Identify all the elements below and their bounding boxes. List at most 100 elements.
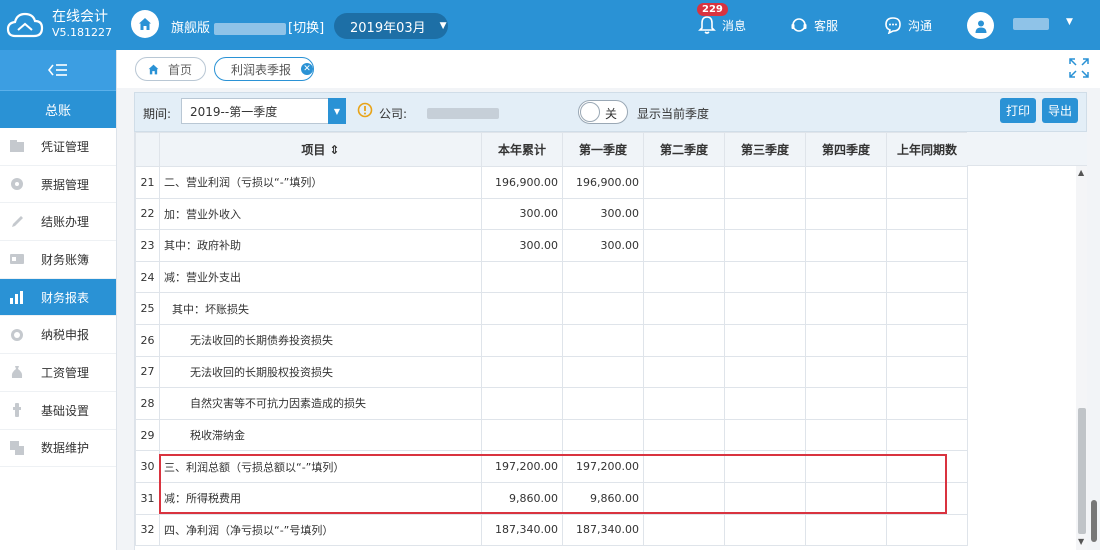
table-row[interactable]: 27 无法收回的长期股权投资损失 [135,355,968,389]
scrollbar-thumb[interactable] [1078,408,1086,534]
chat-button[interactable]: 沟通 [884,0,932,50]
table-row[interactable]: 21 二、营业利润（亏损以“-”填列） 196,900.00 196,900.00 [135,166,968,199]
row-number: 25 [135,292,160,325]
sidebar-item-closing[interactable]: 结账办理 [0,203,116,242]
cell-q3 [724,355,806,389]
table-row[interactable]: 24 减：营业外支出 [135,260,968,294]
tab-profit-quarterly[interactable]: 利润表季报 ✕ [214,57,314,81]
table-row[interactable]: 23 其中：政府补助 300.00 300.00 [135,229,968,262]
cell-ytd [481,292,563,325]
cloud-logo-icon [6,12,44,38]
cell-prior-year [886,450,968,483]
cell-q1: 187,340.00 [562,513,644,547]
period-selector[interactable]: 2019年03月 ▼ [334,13,448,39]
table-row[interactable]: 26 无法收回的长期债券投资损失 [135,323,968,357]
cell-q3 [724,323,806,357]
customer-service-button[interactable]: 客服 [790,0,838,50]
cell-q1 [562,260,644,294]
top-bar: 在线会计 V5.181227 旗舰版 [切换] 2019年03月 ▼ 消息 229… [0,0,1100,50]
username-redacted[interactable] [1013,18,1049,30]
toggle-state-label: 关 [605,107,618,121]
sidebar-item-ledger[interactable]: 财务账簿 [0,241,116,279]
switch-company-link[interactable]: [切换] [288,21,324,36]
app-logo[interactable]: 在线会计 V5.181227 [0,0,117,50]
column-header-index [135,132,160,167]
row-item-label: 无法收回的长期股权投资损失 [159,355,482,389]
tax-icon [8,327,26,343]
cell-q1 [562,292,644,325]
cell-q3 [724,481,806,515]
row-item-label: 四、净利润（净亏损以“-”号填列） [159,513,482,547]
sidebar-item-settings[interactable]: 基础设置 [0,392,116,430]
table-row[interactable]: 29 税收滞纳金 [135,418,968,452]
column-header-item[interactable]: 项目 ⇕ [159,132,482,167]
table-row[interactable]: 32 四、净利润（净亏损以“-”号填列） 187,340.00 187,340.00 [135,513,968,547]
sidebar-item-label: 纳税申报 [41,328,90,343]
row-number: 22 [135,197,160,231]
cell-q4 [805,229,887,262]
edition-label: 旗舰版 [171,21,211,36]
dropdown-arrow-icon[interactable]: ▼ [328,98,346,124]
sidebar-item-label: 数据维护 [41,441,90,456]
cell-ytd [481,418,563,452]
home-icon [139,18,151,30]
app-version: V5.181227 [52,26,113,39]
column-header-prior-year: 上年同期数 [886,132,968,167]
tab-home[interactable]: 首页 [135,57,206,81]
scroll-down-icon[interactable]: ▼ [1078,537,1084,546]
cell-q3 [724,450,806,483]
fullscreen-icon[interactable] [1068,57,1090,79]
company-label: 公司: [379,107,408,121]
sidebar-collapse-button[interactable] [0,50,116,90]
export-button[interactable]: 导出 [1042,98,1078,123]
company-name-redacted [214,22,287,35]
sidebar-item-tax[interactable]: 纳税申报 [0,316,116,355]
cell-prior-year [886,292,968,325]
sidebar-item-receipts[interactable]: 票据管理 [0,166,116,204]
row-item-label: 三、利润总额（亏损总额以“-”填列） [159,450,482,483]
salary-icon [8,364,26,380]
company-switcher[interactable]: 旗舰版 [切换] [171,17,324,36]
period-select[interactable]: 2019--第一季度 ▼ [181,98,346,124]
cell-q2 [643,260,725,294]
user-avatar[interactable] [967,12,994,39]
print-button[interactable]: 打印 [1000,98,1036,123]
close-icon[interactable]: ✕ [301,63,313,75]
table-row[interactable]: 28 自然灾害等不可抗力因素造成的损失 [135,387,968,420]
row-number: 27 [135,355,160,389]
table-row[interactable]: 22 加：营业外收入 300.00 300.00 [135,197,968,231]
cell-q2 [643,481,725,515]
cell-q2 [643,292,725,325]
user-menu-caret-icon[interactable]: ▼ [1066,17,1073,27]
sidebar-item-label: 财务报表 [41,290,90,305]
cell-ytd: 300.00 [481,229,563,262]
table-row[interactable]: 30 三、利润总额（亏损总额以“-”填列） 197,200.00 197,200.00 [135,450,968,483]
sidebar-item-data[interactable]: 数据维护 [0,430,116,468]
cell-q3 [724,513,806,547]
home-button[interactable] [131,10,159,38]
cell-q4 [805,481,887,515]
cell-q4 [805,387,887,420]
cell-q4 [805,355,887,389]
table-row[interactable]: 31 减：所得税费用 9,860.00 9,860.00 [135,481,968,515]
chat-bubble-icon [885,17,901,34]
current-quarter-toggle[interactable]: 关 [578,100,628,124]
row-number: 23 [135,229,160,262]
cell-q1 [562,387,644,420]
table-row[interactable]: 25 其中：坏账损失 [135,292,968,325]
warning-icon [357,102,373,118]
scroll-up-icon[interactable]: ▲ [1078,168,1084,177]
sidebar-item-label: 结账办理 [41,215,90,230]
sidebar-item-label: 基础设置 [41,403,90,418]
service-label: 客服 [814,18,839,33]
sidebar-item-voucher[interactable]: 凭证管理 [0,128,116,166]
page-scrollbar-thumb[interactable] [1091,500,1097,542]
cell-ytd [481,323,563,357]
sidebar-item-reports[interactable]: 财务报表 [0,278,116,317]
cell-ytd [481,260,563,294]
column-header-ytd: 本年累计 [481,132,563,167]
sidebar-item-salary[interactable]: 工资管理 [0,354,116,392]
cell-prior-year [886,166,968,199]
sidebar-item-label: 财务账簿 [41,252,90,267]
cell-q4 [805,292,887,325]
